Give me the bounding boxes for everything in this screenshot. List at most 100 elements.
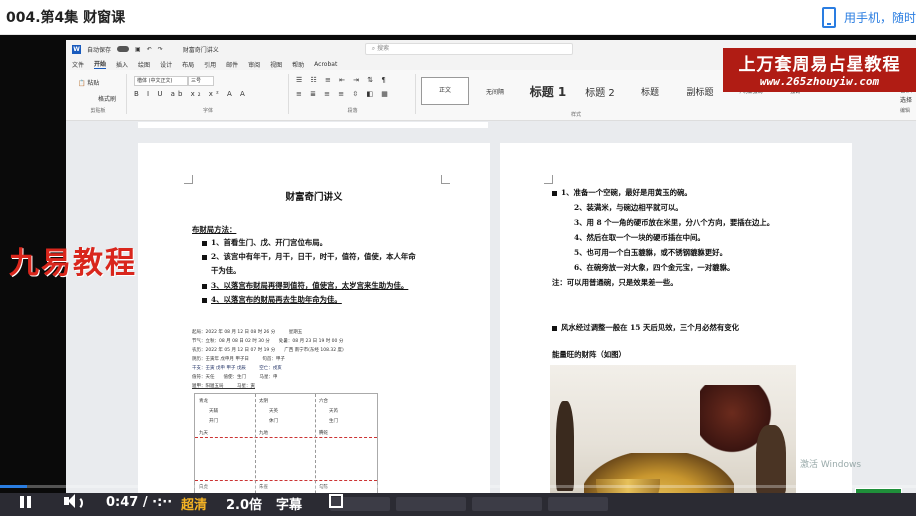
tab-insert[interactable]: 插入 (116, 60, 128, 69)
word-logo-icon: W (72, 44, 81, 54)
search-placeholder: 搜索 (377, 45, 390, 52)
fengshui-text: 风水经过调整一般在 15 天后见效，三个月必然有变化 (552, 323, 739, 333)
tab-mailings[interactable]: 邮件 (226, 60, 238, 69)
style-heading-2[interactable]: 标题 2 (575, 84, 625, 99)
list-item: 1、首看生门、戊、开门宫位布局。 (202, 238, 327, 248)
style-heading-1[interactable]: 标题 1 (521, 83, 575, 100)
font-label: 字体 (202, 108, 213, 114)
watermark-banner: 上万套周易占星教程 www.265zhouyiw.com (723, 48, 916, 92)
bullet-icon (202, 254, 207, 260)
list-item: 4、以落宫布的财局再去生助年命为佳。 (202, 295, 342, 305)
chart-cell: 天英 (269, 409, 278, 414)
chart-cell: 天辅 (209, 409, 218, 414)
paste-button[interactable]: 📋 粘贴 (78, 78, 99, 87)
pause-icon[interactable] (20, 496, 32, 508)
page-header: 004.第4集 财窗课 用手机，随时 (0, 0, 916, 35)
list-item: 6、在碗旁放一对大象，四个金元宝，一对貔貅。 (574, 263, 735, 272)
word-window: W 自动保存 ▣ ↶ ↷ 财富奇门讲义 ⌕ 搜索 文件 开始 插入 绘图 设计 … (66, 40, 916, 516)
section-heading: 布财局方法： (192, 225, 237, 234)
list-item: 3、用 8 个一角的硬币放在米里，分八个方向，要插在边上。 (574, 218, 775, 227)
align-buttons[interactable]: ≡ ≣ ≡ ≡ ⇳ ◧ ▦ (296, 90, 391, 98)
tab-acrobat[interactable]: Acrobat (314, 61, 337, 68)
chart-cell: 腾蛇 (319, 431, 328, 436)
list-item-text: 3、以落宫布财局再得到值符，值使宫，太岁宫来生助为佳。 (211, 281, 409, 290)
chart-cell: 开门 (209, 419, 218, 424)
chart-detail: 阴历：壬寅年 戊申月 甲子日 旬首：甲子 (192, 357, 285, 362)
tab-draw[interactable]: 绘图 (138, 60, 150, 69)
chart-cell: 天芮 (329, 409, 338, 414)
tab-file[interactable]: 文件 (72, 60, 84, 69)
activate-windows-text: 激活 Windows (800, 460, 862, 470)
file-name: 财富奇门讲义 (182, 46, 219, 54)
quality-button[interactable]: 超清 (181, 494, 207, 513)
font-group: 楷体 (中文正文) 三号 B I U ab x₂ x² A A 字体 (128, 74, 289, 114)
chart-detail: 农历：2022 年 05 月 12 日 07 时 19 分 广西 南宁市(东经 … (192, 348, 344, 353)
chart-cell: 九天 (199, 431, 208, 436)
chart-cell: 太阴 (259, 399, 268, 404)
editing-label: 编辑 (899, 108, 910, 114)
autosave-toggle[interactable] (117, 46, 130, 52)
style-subtitle[interactable]: 副标题 (675, 85, 725, 98)
tab-help[interactable]: 帮助 (292, 60, 304, 69)
mobile-watch-link[interactable]: 用手机，随时 (821, 7, 916, 28)
list-item-continued: 干为佳。 (211, 266, 241, 275)
list-item: 2、该宫中有年干，月干，日干，时干，值符，值使，本人年命 (202, 252, 416, 262)
style-title[interactable]: 标题 (625, 85, 675, 98)
speed-button[interactable]: 2.0倍 (226, 494, 262, 513)
jiuyi-logo: 九易教程 (9, 246, 137, 281)
list-item: 1、准备一个空碗，最好是用黄玉的碗。 (552, 188, 692, 198)
format-painter-button[interactable]: 格式刷 (98, 94, 116, 103)
grid-line (195, 479, 377, 481)
bullet-icon (202, 297, 207, 303)
watermark-line1: 上万套周易占星教程 (738, 55, 901, 75)
list-item: 2、装满米，与碗边相平就可以。 (574, 203, 683, 212)
search-box[interactable]: ⌕ 搜索 (364, 43, 573, 55)
save-icon[interactable]: ▣ (135, 46, 141, 53)
list-item: 4、然后在取一个一块的硬币插在中间。 (574, 233, 705, 242)
bullet-icon (202, 283, 207, 289)
tab-layout[interactable]: 布局 (182, 60, 194, 69)
list-buttons[interactable]: ☰ ☷ ≡ ⇤ ⇥ ⇅ ¶ (296, 76, 389, 84)
clipboard-group: 📋 粘贴 格式刷 剪贴板 (70, 74, 127, 114)
paragraph-label: 段落 (347, 108, 358, 114)
chart-cell: 生门 (329, 419, 338, 424)
list-item-text: 2、该宫中有年干，月干，日干，时干，值符，值使，本人年命 (211, 252, 416, 261)
fengshui-text-content: 风水经过调整一般在 15 天后见效，三个月必然有变化 (561, 323, 740, 332)
tab-home[interactable]: 开始 (94, 59, 107, 69)
volume-icon[interactable] (64, 493, 84, 510)
tab-view[interactable]: 视图 (270, 60, 282, 69)
ruler (66, 121, 916, 129)
undo-icon[interactable]: ↶ (147, 46, 152, 53)
bullet-icon (552, 325, 557, 331)
note-text: 注：可以用普通碗，只是效果差一些。 (552, 278, 678, 287)
doc-title: 财富奇门讲义 (285, 192, 343, 203)
margin-corner (184, 175, 193, 184)
chart-cell: 青龙 (199, 399, 208, 404)
watermark-line2: www.265zhouyiw.com (759, 75, 880, 88)
select-button[interactable]: 选择 (900, 96, 912, 106)
player-controls: 0:47 / ·:·· 超清 2.0倍 字幕 (0, 488, 916, 516)
episode-title: 004.第4集 财窗课 (6, 10, 126, 26)
tab-design[interactable]: 设计 (160, 60, 172, 69)
time-display: 0:47 / ·:·· (106, 495, 173, 510)
font-format-buttons[interactable]: B I U ab x₂ x² A A (134, 90, 248, 98)
search-icon: ⌕ (371, 45, 376, 52)
list-item-text: 1、首看生门、戊、开门宫位布局。 (211, 238, 328, 247)
style-normal[interactable]: 正文 (421, 77, 469, 105)
document-page-1: 财富奇门讲义 布财局方法： 1、首看生门、戊、开门宫位布局。 2、该宫中有年干，… (138, 143, 490, 516)
style-no-spacing[interactable]: 无间隔 (469, 87, 521, 96)
paste-icon: 📋 (78, 80, 86, 87)
font-size-select[interactable]: 三号 (188, 76, 214, 86)
list-item: 3、以落宫布财局再得到值符，值使宫，太岁宫来生助为佳。 (202, 281, 408, 291)
redo-icon[interactable]: ↷ (158, 46, 163, 53)
font-name-select[interactable]: 楷体 (中文正文) (134, 76, 188, 86)
fullscreen-icon[interactable] (329, 494, 343, 508)
tab-references[interactable]: 引用 (204, 60, 216, 69)
mobile-watch-text: 用手机，随时 (843, 11, 916, 25)
chart-detail: 值符：天任 值使：生门 马星：申 (192, 375, 278, 380)
subtitle-button[interactable]: 字幕 (276, 494, 302, 513)
clipboard-label: 剪贴板 (90, 108, 106, 114)
tab-review[interactable]: 审阅 (248, 60, 260, 69)
video-player[interactable]: W 自动保存 ▣ ↶ ↷ 财富奇门讲义 ⌕ 搜索 文件 开始 插入 绘图 设计 … (0, 35, 916, 516)
grid-line (195, 436, 377, 438)
